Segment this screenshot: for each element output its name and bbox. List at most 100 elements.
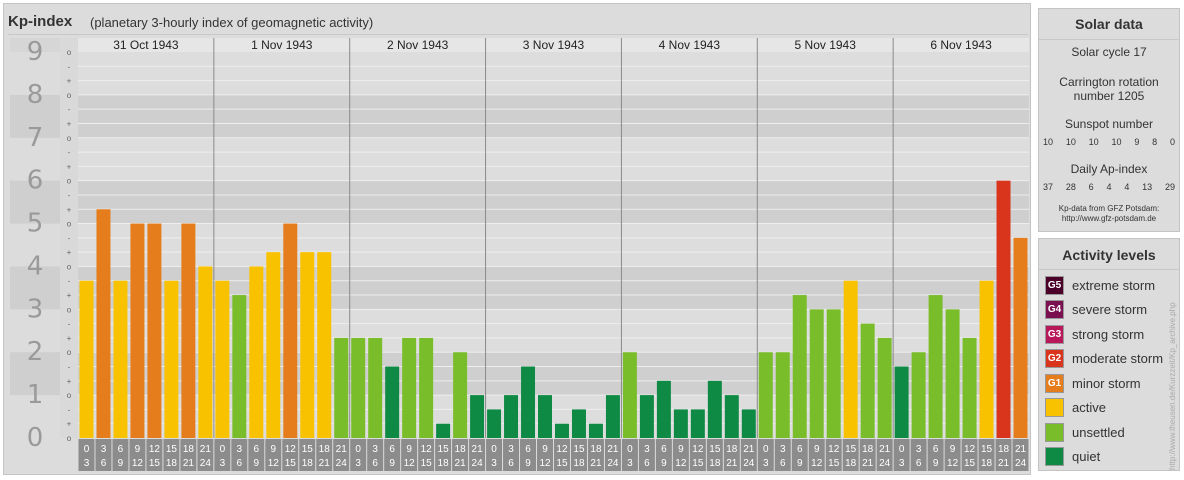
kp-bar bbox=[436, 423, 451, 438]
minor-tick-label: - bbox=[68, 320, 71, 329]
interval-start-label: 12 bbox=[964, 444, 976, 455]
kp-bar bbox=[996, 180, 1011, 438]
kp-bar bbox=[639, 395, 654, 438]
interval-end-label: 24 bbox=[879, 458, 891, 469]
interval-end-label: 9 bbox=[389, 458, 395, 469]
activity-level-label: severe storm bbox=[1072, 302, 1148, 317]
kp-bar bbox=[351, 337, 366, 438]
interval-end-label: 6 bbox=[101, 458, 107, 469]
interval-end-label: 12 bbox=[675, 458, 687, 469]
interval-start-label: 18 bbox=[455, 444, 467, 455]
interval-end-label: 3 bbox=[84, 458, 90, 469]
interval-end-label: 6 bbox=[780, 458, 786, 469]
activity-level-swatch: G3 bbox=[1045, 324, 1064, 344]
interval-start-label: 3 bbox=[644, 444, 650, 455]
kp-bar bbox=[555, 423, 569, 438]
activity-level-item: active bbox=[1045, 398, 1106, 418]
interval-end-label: 15 bbox=[556, 458, 568, 469]
interval-start-label: 0 bbox=[355, 444, 361, 455]
kp-bar bbox=[928, 295, 943, 438]
day-label: 2 Nov 1943 bbox=[387, 38, 449, 52]
activity-level-swatch: G4 bbox=[1045, 300, 1064, 319]
kp-band bbox=[78, 52, 1029, 95]
ap-value: 4 bbox=[1106, 182, 1112, 192]
activity-level-item: G3 strong storm bbox=[1045, 324, 1144, 344]
solar-data-heading: Solar data bbox=[1075, 16, 1143, 32]
interval-start-label: 3 bbox=[916, 444, 922, 455]
interval-end-label: 12 bbox=[539, 458, 551, 469]
interval-start-label: 12 bbox=[828, 444, 840, 455]
kp-bar bbox=[945, 309, 960, 438]
kp-bar bbox=[605, 395, 620, 438]
minor-tick-label: + bbox=[67, 420, 72, 429]
sunspot-values: 10 10 10 10 9 8 0 bbox=[1043, 137, 1175, 147]
interval-end-label: 18 bbox=[438, 458, 450, 469]
kp-bar bbox=[232, 295, 247, 438]
interval-start-label: 6 bbox=[933, 444, 939, 455]
minor-tick-label: + bbox=[67, 77, 72, 86]
kp-bar bbox=[198, 266, 213, 438]
interval-start-label: 12 bbox=[556, 444, 568, 455]
interval-start-label: 15 bbox=[302, 444, 314, 455]
ap-index-heading: Daily Ap-index bbox=[1070, 162, 1148, 176]
kp-bar bbox=[402, 337, 417, 438]
y-tick-label: 7 bbox=[27, 123, 44, 153]
interval-start-label: 9 bbox=[406, 444, 412, 455]
interval-start-label: 9 bbox=[678, 444, 684, 455]
kp-bar bbox=[690, 409, 705, 438]
activity-levels-divider bbox=[1039, 269, 1179, 270]
activity-level-swatch: G1 bbox=[1045, 373, 1064, 393]
interval-end-label: 9 bbox=[933, 458, 939, 469]
y-tick-label: 4 bbox=[27, 251, 44, 281]
minor-tick-label: + bbox=[67, 119, 72, 128]
minor-tick-label: + bbox=[67, 377, 72, 386]
day-label: 31 Oct 1943 bbox=[113, 38, 179, 52]
interval-end-label: 9 bbox=[661, 458, 667, 469]
y-tick-label: 2 bbox=[27, 337, 44, 367]
kp-bar bbox=[96, 209, 111, 438]
interval-end-label: 21 bbox=[862, 458, 874, 469]
interval-end-label: 18 bbox=[709, 458, 721, 469]
kp-bar bbox=[877, 337, 892, 438]
minor-tick-label: - bbox=[68, 105, 71, 114]
kp-bar bbox=[809, 309, 824, 438]
sunspot-heading: Sunspot number bbox=[1064, 117, 1154, 131]
minor-tick-label: + bbox=[67, 248, 72, 257]
interval-end-label: 12 bbox=[268, 458, 280, 469]
kp-bar bbox=[894, 366, 909, 438]
interval-end-label: 12 bbox=[404, 458, 416, 469]
activity-level-swatch bbox=[1045, 398, 1064, 417]
kp-bar bbox=[130, 223, 145, 438]
interval-end-label: 15 bbox=[964, 458, 976, 469]
sunspot-value: 10 bbox=[1088, 137, 1099, 147]
day-label: 6 Nov 1943 bbox=[930, 38, 992, 52]
interval-end-label: 15 bbox=[828, 458, 840, 469]
y-tick-label: 3 bbox=[27, 294, 44, 324]
interval-end-label: 6 bbox=[644, 458, 650, 469]
interval-end-label: 15 bbox=[149, 458, 161, 469]
interval-start-label: 3 bbox=[237, 444, 243, 455]
interval-start-label: 21 bbox=[743, 444, 755, 455]
kp-bar bbox=[826, 309, 841, 438]
interval-end-label: 18 bbox=[166, 458, 178, 469]
ap-value: 29 bbox=[1164, 182, 1175, 192]
interval-end-label: 3 bbox=[220, 458, 226, 469]
minor-tick-label: - bbox=[68, 148, 71, 157]
interval-start-label: 0 bbox=[220, 444, 226, 455]
kp-bar bbox=[860, 323, 875, 438]
kp-bar bbox=[368, 337, 383, 438]
interval-start-label: 18 bbox=[590, 444, 602, 455]
sunspot-value: 0 bbox=[1169, 137, 1175, 147]
kp-bar bbox=[775, 352, 790, 438]
interval-end-label: 21 bbox=[998, 458, 1010, 469]
activity-levels-panel: Activity levels G5 extreme storm G4 severe … bbox=[1038, 238, 1180, 471]
minor-tick-label: o bbox=[67, 220, 72, 229]
interval-end-label: 3 bbox=[627, 458, 633, 469]
activity-level-item: G1 minor storm bbox=[1045, 373, 1141, 393]
minor-tick-label: - bbox=[68, 363, 71, 372]
solar-data-panel: Solar data Solar cycle 17 Carrington rot… bbox=[1038, 8, 1180, 232]
interval-start-label: 0 bbox=[627, 444, 633, 455]
ap-value: 13 bbox=[1142, 182, 1153, 192]
y-tick-label: 6 bbox=[27, 166, 44, 196]
interval-end-label: 15 bbox=[285, 458, 297, 469]
